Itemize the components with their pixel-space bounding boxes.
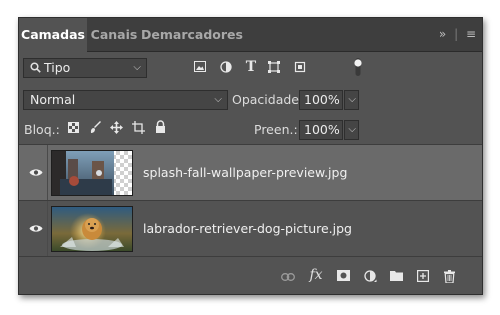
- type-filter-icon[interactable]: T: [243, 59, 259, 75]
- adjustment-layer-icon[interactable]: [362, 270, 378, 287]
- fill-label: Preen.:: [254, 122, 298, 137]
- chevron-down-icon: ⌵: [348, 124, 356, 135]
- layer-row[interactable]: labrador-retriever-dog-picture.jpg: [19, 201, 482, 256]
- lock-position-icon[interactable]: [108, 121, 124, 138]
- layer-filter-dropdown[interactable]: Tipo ⌵: [23, 58, 147, 78]
- layer-name[interactable]: labrador-retriever-dog-picture.jpg: [143, 201, 352, 256]
- layer-thumbnail[interactable]: [51, 150, 133, 196]
- lock-label: Bloq.:: [24, 122, 60, 137]
- divider: [47, 145, 48, 200]
- divider: |: [454, 27, 459, 41]
- adjustment-filter-icon[interactable]: [218, 61, 234, 77]
- chevron-down-icon: ⌵: [133, 62, 141, 73]
- lock-all-icon[interactable]: [152, 120, 168, 137]
- opacity-value: 100%: [304, 92, 340, 107]
- fx-icon[interactable]: fx: [308, 267, 324, 283]
- layer-mask-icon[interactable]: [335, 270, 351, 285]
- eye-icon[interactable]: [26, 201, 46, 256]
- panel-tab-bar: Camadas Canais Demarcadores » | ≡: [19, 18, 482, 52]
- shape-filter-icon[interactable]: [266, 61, 282, 77]
- chevron-down-icon: ⌵: [214, 94, 222, 105]
- blend-mode-dropdown[interactable]: Normal ⌵: [23, 90, 228, 110]
- layers-panel: Camadas Canais Demarcadores » | ≡ Tipo ⌵…: [18, 17, 483, 295]
- smart-object-filter-icon[interactable]: [292, 61, 308, 77]
- group-folder-icon[interactable]: [388, 270, 404, 285]
- fill-input[interactable]: 100%: [299, 120, 343, 140]
- layer-row[interactable]: splash-fall-wallpaper-preview.jpg: [19, 145, 482, 200]
- link-layers-icon[interactable]: [280, 270, 296, 285]
- filter-toggle-icon[interactable]: [350, 58, 366, 80]
- layer-name[interactable]: splash-fall-wallpaper-preview.jpg: [143, 145, 347, 200]
- new-layer-icon[interactable]: [415, 270, 431, 286]
- lock-artboard-icon[interactable]: [130, 121, 146, 138]
- trash-icon[interactable]: [441, 270, 457, 287]
- fill-value: 100%: [304, 122, 340, 137]
- blend-mode-value: Normal: [30, 92, 76, 107]
- opacity-label: Opacidade:: [232, 92, 304, 107]
- divider: [19, 256, 482, 257]
- filter-label: Tipo: [44, 60, 71, 75]
- lock-transparent-icon[interactable]: [65, 122, 81, 137]
- opacity-input[interactable]: 100%: [299, 90, 343, 110]
- double-chevron-right-icon[interactable]: »: [439, 27, 446, 41]
- tab-demarcadores[interactable]: Demarcadores: [141, 18, 243, 51]
- tab-canais[interactable]: Canais: [87, 18, 141, 51]
- panel-menu-area: » | ≡: [435, 27, 476, 41]
- divider: [47, 201, 48, 256]
- fill-dropdown-button[interactable]: ⌵: [344, 120, 359, 140]
- image-filter-icon[interactable]: [192, 61, 208, 76]
- layer-thumbnail[interactable]: [51, 206, 133, 252]
- search-icon: [30, 62, 41, 73]
- tab-camadas[interactable]: Camadas: [19, 18, 87, 52]
- chevron-down-icon: ⌵: [348, 94, 356, 105]
- lock-image-icon[interactable]: [87, 121, 103, 138]
- hamburger-menu-icon[interactable]: ≡: [466, 27, 476, 41]
- opacity-dropdown-button[interactable]: ⌵: [344, 90, 359, 110]
- eye-icon[interactable]: [26, 145, 46, 200]
